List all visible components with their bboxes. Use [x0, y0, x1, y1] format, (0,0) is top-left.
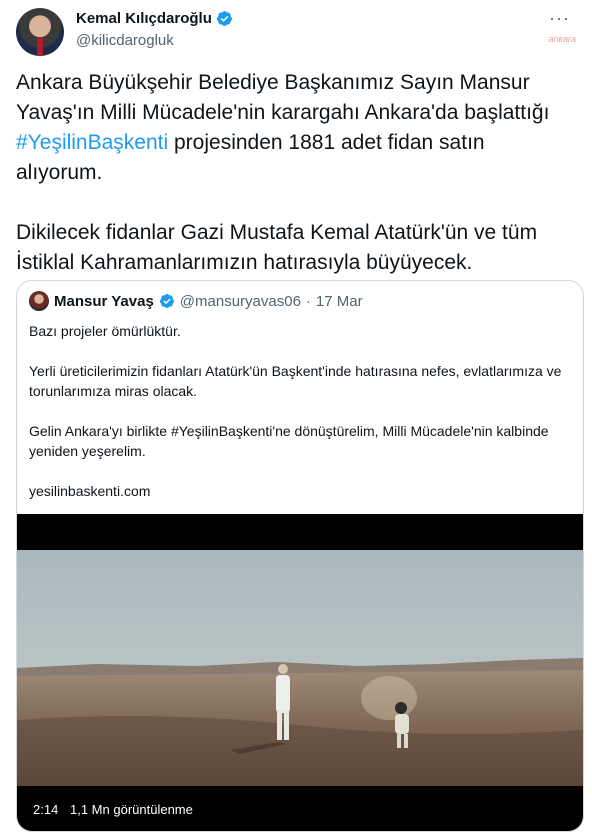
- author-handle[interactable]: @kilicdarogluk: [76, 32, 174, 49]
- watermark: ankara: [548, 34, 576, 44]
- tweet-body: Ankara Büyükşehir Belediye Başkanımız Sa…: [16, 68, 576, 278]
- quoted-author-handle[interactable]: @mansuryavas06: [180, 293, 301, 310]
- quoted-tweet-header: Mansur Yavaş @mansuryavas06 · 17 Mar: [29, 291, 363, 311]
- author-name-row: Kemal Kılıçdaroğlu: [76, 10, 233, 27]
- quoted-date[interactable]: 17 Mar: [316, 293, 363, 310]
- more-horizontal-icon[interactable]: ···: [549, 8, 570, 29]
- author-name[interactable]: Kemal Kılıçdaroğlu: [76, 10, 212, 27]
- verified-badge-icon: [216, 11, 232, 26]
- video-player[interactable]: 2:14 1,1 Mn görüntülenme: [17, 514, 583, 831]
- video-frame: [17, 550, 583, 786]
- quoted-author-avatar[interactable]: [29, 291, 49, 311]
- quoted-author-name[interactable]: Mansur Yavaş: [54, 293, 154, 310]
- tweet-paragraph-1: Ankara Büyükşehir Belediye Başkanımız Sa…: [16, 71, 550, 184]
- meta-separator: ·: [305, 292, 311, 310]
- quoted-paragraph-1: Bazı projeler ömürlüktür.: [29, 323, 181, 339]
- quoted-tweet-body: Bazı projeler ömürlüktür. Yerli üreticil…: [29, 321, 569, 501]
- author-avatar[interactable]: [16, 8, 64, 56]
- video-views: 1,1 Mn görüntülenme: [70, 802, 193, 817]
- quoted-paragraph-3: Gelin Ankara'yı birlikte #YeşilinBaşkent…: [29, 423, 549, 459]
- quoted-paragraph-2: Yerli üreticilerimizin fidanları Atatürk…: [29, 363, 562, 399]
- hashtag-link[interactable]: #YeşilinBaşkenti: [16, 131, 168, 154]
- quoted-link[interactable]: yesilinbaskenti.com: [29, 481, 569, 501]
- quoted-tweet-card[interactable]: Mansur Yavaş @mansuryavas06 · 17 Mar Baz…: [16, 280, 584, 832]
- video-duration: 2:14: [33, 802, 59, 817]
- verified-badge-icon: [159, 294, 174, 308]
- tweet-paragraph-2: Dikilecek fidanlar Gazi Mustafa Kemal At…: [16, 221, 538, 274]
- tweet-header: Kemal Kılıçdaroğlu @kilicdarogluk ··· an…: [16, 8, 576, 56]
